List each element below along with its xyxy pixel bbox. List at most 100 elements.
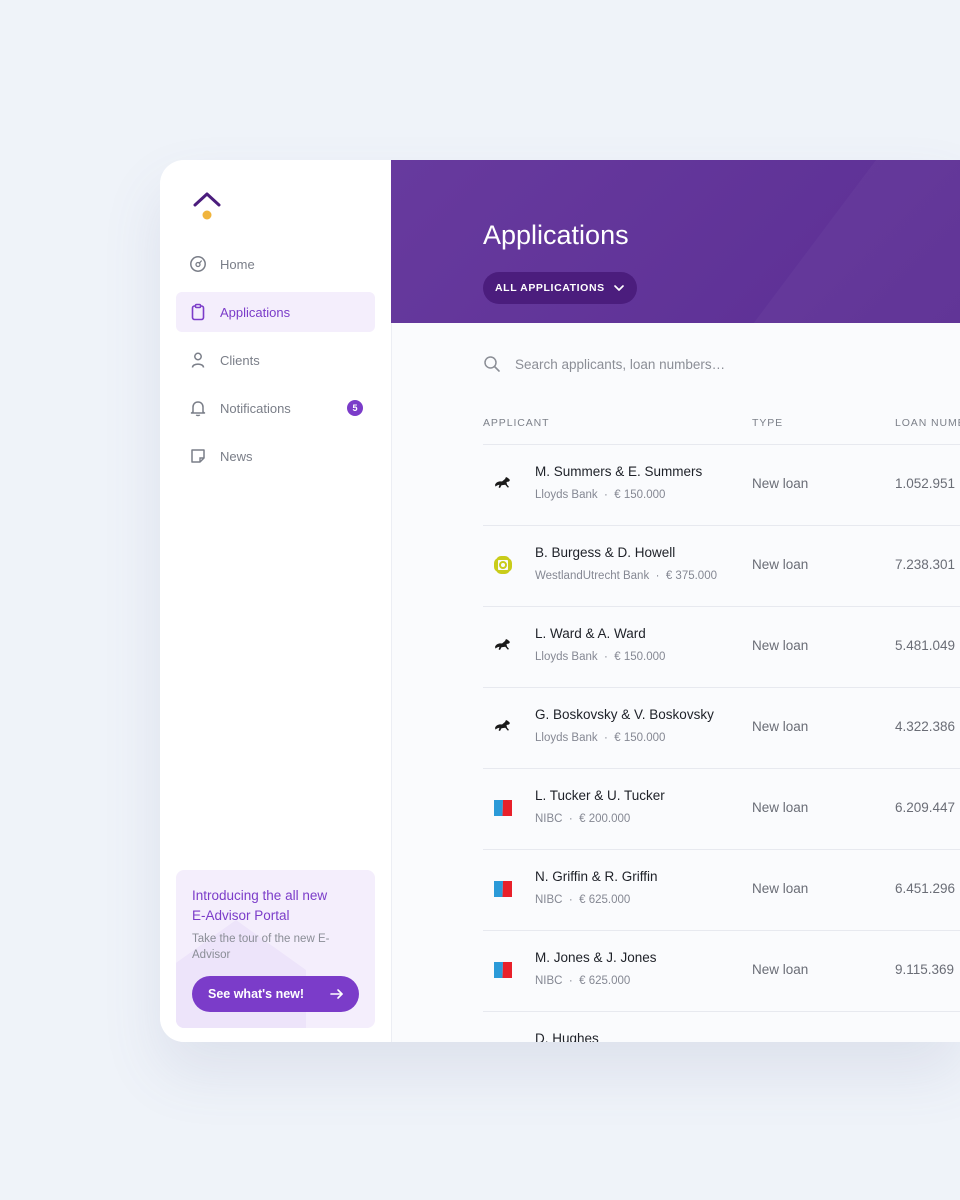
meta-separator: · bbox=[562, 975, 580, 987]
sidebar-item-label: News bbox=[220, 448, 253, 464]
column-header-type[interactable]: TYPE bbox=[752, 417, 783, 429]
loan-amount: € 375.000 bbox=[665, 570, 717, 582]
bank-name: Lloyds Bank bbox=[535, 651, 598, 663]
loan-number: 1.052.951 bbox=[895, 476, 956, 491]
loan-number: 4.322.386 bbox=[895, 719, 956, 734]
table-row[interactable]: L. Tucker & U. Tucker NIBC · € 200.000 New… bbox=[483, 769, 960, 850]
applicant-name[interactable]: M. Summers & E. Summers bbox=[535, 464, 702, 479]
applicant-name[interactable]: L. Tucker & U. Tucker bbox=[535, 788, 665, 803]
bank-name: Lloyds Bank bbox=[535, 489, 598, 501]
column-header-applicant[interactable]: APPLICANT bbox=[483, 417, 549, 429]
loan-amount: € 150.000 bbox=[614, 489, 666, 501]
loan-amount: € 200.000 bbox=[579, 813, 631, 825]
bank-name: Lloyds Bank bbox=[535, 732, 598, 744]
table-row[interactable]: G. Boskovsky & V. Boskovsky Lloyds Bank ·… bbox=[483, 688, 960, 769]
promo-card: Introducing the all new E-Advisor Portal… bbox=[176, 870, 375, 1028]
app-window: Home Applications Clients Notifications bbox=[160, 160, 960, 1042]
table-row[interactable]: M. Summers & E. Summers Lloyds Bank · € 1… bbox=[483, 445, 960, 526]
loan-type: New loan bbox=[752, 557, 809, 572]
loan-type: New loan bbox=[752, 476, 809, 491]
applications-table: APPLICANT TYPE LOAN NUMBER M. Summers & … bbox=[483, 408, 960, 1042]
home-chevron-logo[interactable] bbox=[192, 190, 222, 222]
promo-title: Introducing the all new E-Advisor Portal bbox=[192, 888, 328, 923]
sidebar-item-home[interactable]: Home bbox=[176, 244, 375, 284]
bank-name: NIBC bbox=[535, 894, 563, 906]
page-title: Applications bbox=[483, 220, 629, 250]
arrow-right-icon bbox=[330, 989, 343, 999]
clipboard-icon bbox=[189, 303, 207, 321]
sidebar-item-label: Applications bbox=[220, 304, 291, 320]
applicant-meta: NIBC · € 625.000 bbox=[535, 975, 630, 987]
table-row[interactable]: L. Ward & A. Ward Lloyds Bank · € 150.000… bbox=[483, 607, 960, 688]
filter-label: ALL APPLICATIONS bbox=[495, 282, 605, 294]
main-content: Applications ALL APPLICATIONS APPLICANT … bbox=[391, 160, 960, 1042]
sidebar-nav: Home Applications Clients Notifications bbox=[176, 244, 375, 484]
table-row[interactable]: D. HughesNew loan0.473.209 bbox=[483, 1012, 960, 1042]
meta-separator: · bbox=[597, 732, 615, 744]
column-header-loan-number[interactable]: LOAN NUMBER bbox=[895, 417, 960, 429]
loan-number: 9.115.369 bbox=[895, 962, 955, 977]
gauge-icon bbox=[189, 255, 207, 273]
loan-number: 7.238.301 bbox=[895, 557, 956, 572]
sidebar-item-applications[interactable]: Applications bbox=[176, 292, 375, 332]
see-whats-new-button[interactable]: See what's new! bbox=[192, 976, 359, 1012]
user-icon bbox=[189, 351, 207, 369]
table-header: APPLICANT TYPE LOAN NUMBER bbox=[483, 408, 960, 445]
sidebar-item-label: Home bbox=[220, 256, 255, 272]
applicant-meta: Lloyds Bank · € 150.000 bbox=[535, 651, 665, 663]
loan-number: 5.481.049 bbox=[895, 638, 956, 653]
page-header: Applications ALL APPLICATIONS bbox=[391, 160, 960, 323]
bank-name: WestlandUtrecht Bank bbox=[535, 570, 650, 582]
loan-type: New loan bbox=[752, 638, 809, 653]
applicant-meta: Lloyds Bank · € 150.000 bbox=[535, 732, 665, 744]
bank-name: NIBC bbox=[535, 813, 563, 825]
applications-filter-dropdown[interactable]: ALL APPLICATIONS bbox=[483, 272, 637, 304]
loan-type: New loan bbox=[752, 800, 809, 815]
bank-logo-icon bbox=[491, 958, 515, 982]
bell-icon bbox=[189, 399, 207, 417]
meta-separator: · bbox=[562, 894, 580, 906]
table-row[interactable]: M. Jones & J. Jones NIBC · € 625.000 New l… bbox=[483, 931, 960, 1012]
table-row[interactable]: N. Griffin & R. Griffin NIBC · € 625.000 N… bbox=[483, 850, 960, 931]
header-decoration bbox=[711, 160, 960, 323]
loan-number: 6.451.296 bbox=[895, 881, 956, 896]
bank-logo-icon bbox=[491, 634, 515, 658]
applicant-meta: NIBC · € 200.000 bbox=[535, 813, 630, 825]
applicant-name[interactable]: D. Hughes bbox=[535, 1031, 599, 1042]
promo-button-label: See what's new! bbox=[208, 987, 305, 1001]
bank-logo-icon bbox=[491, 472, 515, 496]
search-icon bbox=[484, 356, 500, 372]
chevron-down-icon bbox=[613, 285, 624, 291]
bank-logo-icon bbox=[491, 796, 515, 820]
table-row[interactable]: B. Burgess & D. Howell WestlandUtrecht Ba… bbox=[483, 526, 960, 607]
bank-logo-icon bbox=[491, 553, 515, 577]
applicant-name[interactable]: N. Griffin & R. Griffin bbox=[535, 869, 658, 884]
sidebar-item-label: Notifications bbox=[220, 400, 291, 416]
loan-number: 6.209.447 bbox=[895, 800, 956, 815]
loan-type: New loan bbox=[752, 962, 809, 977]
bank-logo-icon bbox=[491, 1039, 515, 1042]
sidebar-item-clients[interactable]: Clients bbox=[176, 340, 375, 380]
sidebar-item-notifications[interactable]: Notifications 5 bbox=[176, 388, 375, 428]
loan-amount: € 150.000 bbox=[614, 732, 666, 744]
loan-amount: € 625.000 bbox=[579, 975, 631, 987]
applicant-name[interactable]: M. Jones & J. Jones bbox=[535, 950, 657, 965]
meta-separator: · bbox=[649, 570, 666, 582]
loan-amount: € 625.000 bbox=[579, 894, 631, 906]
meta-separator: · bbox=[597, 651, 615, 663]
loan-type: New loan bbox=[752, 719, 809, 734]
sidebar-item-news[interactable]: News bbox=[176, 436, 375, 476]
applicant-name[interactable]: B. Burgess & D. Howell bbox=[535, 545, 675, 560]
search-input[interactable] bbox=[513, 355, 917, 373]
note-icon bbox=[189, 447, 207, 465]
bank-logo-icon bbox=[491, 715, 515, 739]
applicant-meta: WestlandUtrecht Bank · € 375.000 bbox=[535, 570, 717, 582]
bank-name: NIBC bbox=[535, 975, 563, 987]
meta-separator: · bbox=[562, 813, 580, 825]
notification-count-badge: 5 bbox=[347, 400, 363, 416]
applicant-name[interactable]: G. Boskovsky & V. Boskovsky bbox=[535, 707, 714, 722]
applicant-meta: Lloyds Bank · € 150.000 bbox=[535, 489, 665, 501]
promo-subtitle: Take the tour of the new E-Advisor bbox=[192, 933, 330, 961]
applicant-name[interactable]: L. Ward & A. Ward bbox=[535, 626, 646, 641]
search-bar bbox=[483, 350, 943, 378]
